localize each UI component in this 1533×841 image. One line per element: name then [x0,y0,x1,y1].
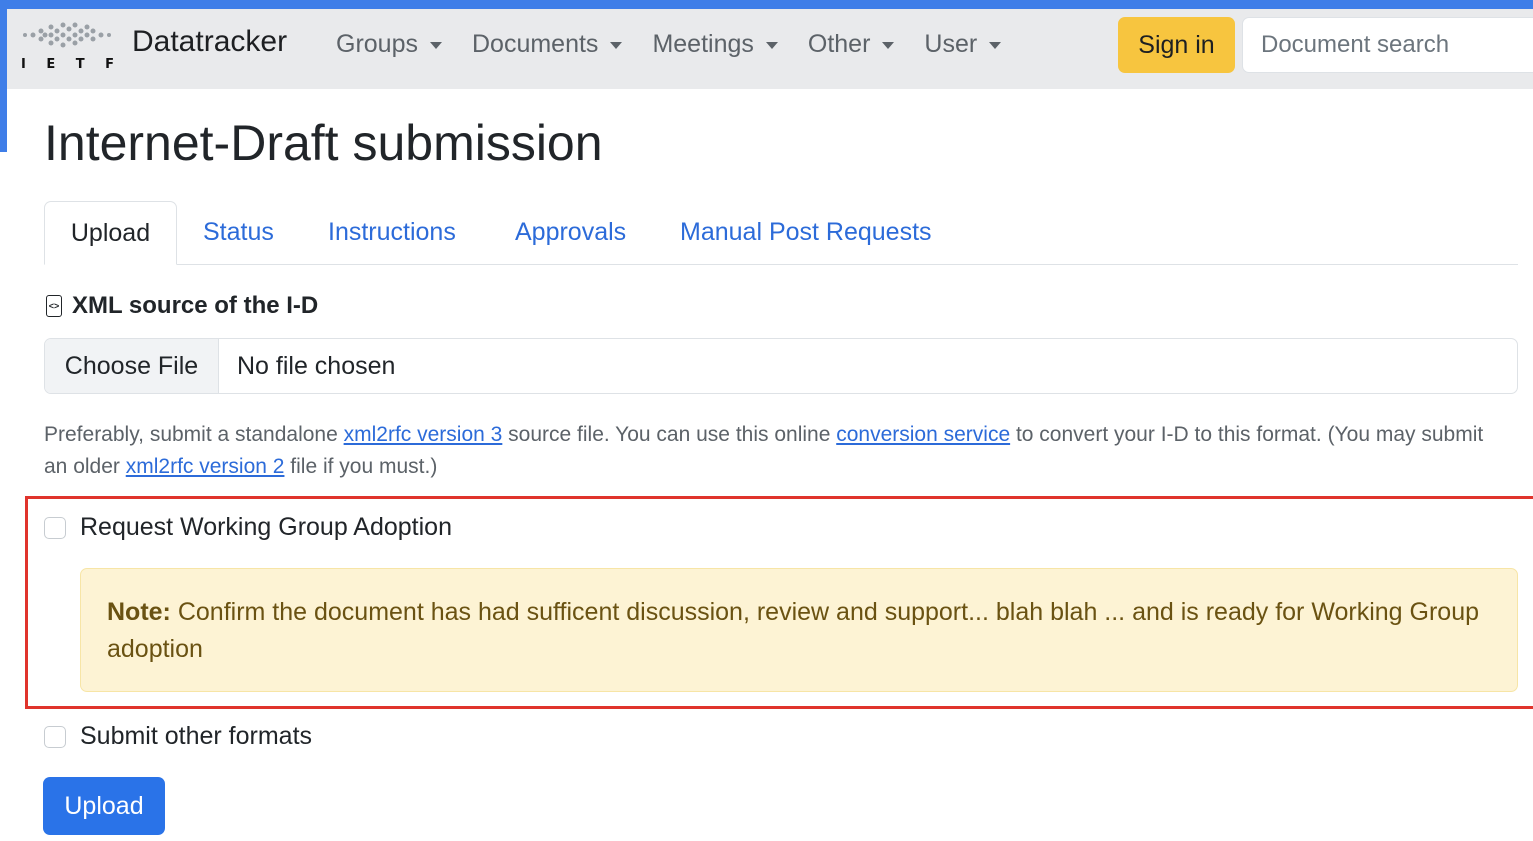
submission-tabs: Upload Status Instructions Approvals Man… [44,201,1518,265]
tab-instructions[interactable]: Instructions [328,201,456,264]
caret-down-icon [429,42,442,49]
tab-upload[interactable]: Upload [44,201,177,265]
xml-help-text: Preferably, submit a standalone xml2rfc … [44,419,1504,483]
logo-letter: I [21,57,28,72]
help-text-part: source file. You can use this online [502,423,837,446]
window-top-border [0,0,1533,9]
nav-documents-dropdown[interactable]: Documents [471,30,623,59]
conversion-service-link[interactable]: conversion service [836,423,1010,446]
tab-status[interactable]: Status [203,201,274,264]
logo-letter: F [105,57,116,72]
xml-file-input[interactable]: Choose File No file chosen [44,338,1518,394]
other-formats-checkbox[interactable] [44,725,66,748]
caret-down-icon [765,42,778,49]
nav-item-label: User [924,30,978,58]
navbar: I E T F Datatracker Groups Documents Mee… [7,9,1533,89]
caret-down-icon [989,42,1002,49]
wg-adoption-note: Note: Confirm the document has had suffi… [80,568,1518,692]
xml2rfc-v2-link[interactable]: xml2rfc version 2 [126,455,285,478]
choose-file-button[interactable]: Choose File [45,339,219,393]
ietf-logo[interactable]: I E T F [19,19,114,75]
nav-groups-dropdown[interactable]: Groups [336,30,442,59]
xml2rfc-v3-link[interactable]: xml2rfc version 3 [344,423,503,446]
window-left-border [0,0,7,152]
upload-button[interactable]: Upload [43,777,165,835]
logo-letter: E [46,57,58,72]
note-prefix: Note: [107,598,171,626]
tab-manual-post-requests[interactable]: Manual Post Requests [680,201,932,264]
wg-adoption-row: Request Working Group Adoption [44,513,452,542]
nav-other-dropdown[interactable]: Other [808,30,895,59]
help-text-part: file if you must.) [284,455,438,478]
nav-item-label: Other [807,30,871,58]
wg-adoption-label[interactable]: Request Working Group Adoption [80,513,452,542]
document-search-input[interactable] [1242,17,1533,73]
caret-down-icon [882,42,895,49]
ietf-logo-letters: I E T F [21,57,116,72]
nav-meetings-dropdown[interactable]: Meetings [652,30,778,59]
tab-approvals[interactable]: Approvals [515,201,626,264]
caret-down-icon [610,42,623,49]
nav-user-dropdown[interactable]: User [924,30,1002,59]
xml-source-label: XML source of the I-D [72,292,319,319]
page-title: Internet-Draft submission [44,115,603,171]
page: I E T F Datatracker Groups Documents Mee… [7,9,1533,841]
logo-letter: T [75,57,87,72]
wg-adoption-checkbox[interactable] [44,516,66,539]
help-text-part: Preferably, submit a standalone [44,423,344,446]
nav-item-label: Meetings [652,30,754,58]
nav-menu: Groups Documents Meetings Other User [336,30,1031,59]
other-formats-label[interactable]: Submit other formats [80,722,312,751]
xml-source-label-row: <> XML source of the I-D [46,292,318,320]
file-name-display: No file chosen [237,351,396,380]
note-text: Confirm the document has had sufficent d… [107,598,1479,663]
sign-in-button[interactable]: Sign in [1118,17,1235,73]
nav-item-label: Groups [336,30,418,58]
other-formats-row: Submit other formats [44,722,312,751]
nav-item-label: Documents [471,30,599,58]
file-code-icon: <> [46,295,62,317]
ietf-logo-dots-icon [23,22,111,48]
brand-name[interactable]: Datatracker [132,25,287,59]
